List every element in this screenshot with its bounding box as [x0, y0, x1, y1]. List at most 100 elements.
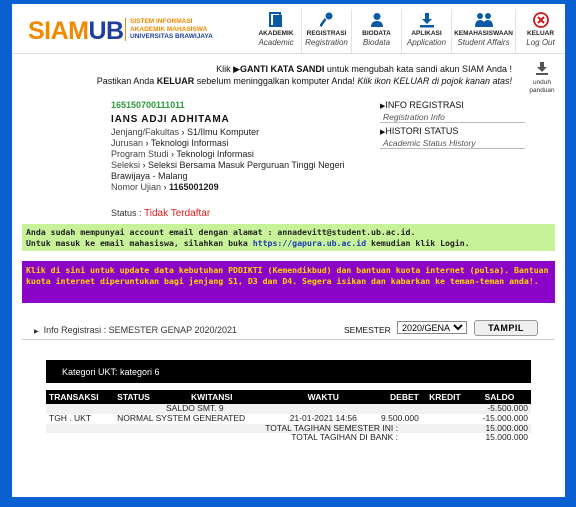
- page-frame: SIAMUB SISTEM INFORMASI AKADEMIK MAHASIS…: [12, 4, 565, 497]
- info-value: 1165001209: [169, 182, 219, 192]
- pddikti-banner[interactable]: Klik di sini untuk update data kebutuhan…: [22, 261, 555, 303]
- nav-label: KELUAR: [526, 30, 555, 37]
- cell-status: NORMAL SYSTEM GENERATED: [114, 413, 279, 424]
- nav-label: REGISTRASI: [306, 30, 347, 37]
- notice-text: sebelum meninggalkan komputer Anda!: [194, 76, 358, 86]
- status-label: Status :: [111, 208, 142, 218]
- cell-transaksi: TGH . UKT: [46, 413, 115, 424]
- notice-text: Klik: [216, 64, 234, 74]
- semester-select[interactable]: 2020/GENAP: [397, 321, 467, 334]
- nav-sublabel: Academic: [258, 38, 294, 47]
- total-semester-label: TOTAL TAGIHAN SEMESTER INI :: [46, 423, 468, 434]
- notice-text: Pastikan Anda: [96, 76, 157, 86]
- table-header-row: TRANSAKSI STATUS KWITANSI WAKTU DEBET KR…: [46, 390, 531, 404]
- side-item-sublabel: Registration Info: [380, 112, 525, 123]
- nav-label: BIODATA: [362, 30, 391, 37]
- document-icon: [251, 10, 301, 29]
- email-banner-text: kemudian klik Login.: [366, 238, 470, 248]
- nav-sublabel: Registration: [305, 38, 348, 47]
- info-label: Jenjang/Fakultas: [111, 127, 180, 137]
- email-banner: Anda sudah mempunyai account email denga…: [22, 224, 555, 251]
- key-icon: [302, 10, 351, 29]
- people-icon: [452, 10, 515, 29]
- column-header: KWITANSI: [188, 390, 279, 404]
- nav-akademik[interactable]: AKADEMIK Academic: [251, 9, 301, 53]
- download-guide-button[interactable]: unduh panduan: [525, 62, 559, 95]
- column-header: TRANSAKSI: [46, 390, 115, 404]
- notice-text: untuk mengubah kata sandi akun SIAM Anda…: [324, 64, 512, 74]
- nav-biodata[interactable]: BIODATA Biodata: [351, 9, 401, 53]
- info-value: Teknologi Informasi: [176, 149, 254, 159]
- semester-label: SEMESTER: [344, 325, 391, 335]
- info-label: Program Studi: [111, 149, 169, 159]
- side-item-info-registrasi[interactable]: ▶INFO REGISTRASI Registration Info: [380, 100, 525, 123]
- table-row: TOTAL TAGIHAN SEMESTER INI : 15.000.000: [46, 423, 531, 434]
- nav-registrasi[interactable]: REGISTRASI Registration: [301, 9, 351, 53]
- column-header: SALDO: [467, 390, 531, 404]
- info-registrasi-text: Info Registrasi : SEMESTER GENAP 2020/20…: [43, 325, 238, 335]
- nav-kemahasiswaan[interactable]: KEMAHASISWAAN Student Affairs: [451, 9, 515, 53]
- column-header: DEBET: [368, 390, 422, 404]
- logo-sub-line: SISTEM INFORMASI: [130, 18, 193, 25]
- nav-sublabel: Biodata: [362, 38, 391, 47]
- ukt-category-heading: Kategori UKT: kategori 6: [46, 360, 531, 383]
- info-label: Jurusan: [111, 138, 144, 148]
- student-info: Jenjang/Fakultas › S1/Ilmu Komputer Juru…: [111, 127, 345, 192]
- security-notice: Klik ▶GANTI KATA SANDI untuk mengubah ka…: [97, 63, 512, 87]
- info-label: Nomor Ujian: [111, 182, 162, 192]
- column-header: WAKTU: [278, 390, 369, 404]
- nav-label: APLIKASI: [411, 30, 442, 37]
- info-registrasi-label: ▶ Info Registrasi : SEMESTER GENAP 2020/…: [34, 325, 237, 335]
- semester-filter: ▶ Info Registrasi : SEMESTER GENAP 2020/…: [22, 320, 555, 340]
- user-icon: [352, 10, 401, 29]
- nav-label: KEMAHASISWAAN: [454, 30, 513, 37]
- status-badge: Tidak Terdaftar: [144, 208, 211, 219]
- top-nav: AKADEMIK Academic REGISTRASI Registratio…: [251, 9, 565, 53]
- side-item-histori-status[interactable]: ▶HISTORI STATUS Academic Status History: [380, 126, 525, 149]
- notice-italic: Klik ikon KELUAR di pojok kanan atas!: [357, 76, 512, 86]
- side-item-sublabel: Academic Status History: [380, 138, 525, 149]
- siamub-logo[interactable]: SIAMUB: [28, 18, 124, 44]
- tampil-button[interactable]: TAMPIL: [474, 320, 538, 336]
- close-icon: [516, 10, 565, 29]
- side-item-label: HISTORI STATUS: [385, 126, 459, 136]
- header-bar: SIAMUB SISTEM INFORMASI AKADEMIK MAHASIS…: [12, 4, 565, 54]
- download-guide-icon: [536, 62, 548, 75]
- nav-sublabel: Application: [406, 38, 447, 47]
- nav-keluar[interactable]: KELUAR Log Out: [515, 9, 565, 53]
- info-label: Seleksi: [111, 160, 141, 170]
- info-value: Teknologi Informasi: [150, 138, 229, 148]
- gapura-link[interactable]: https://gapura.ub.ac.id: [253, 238, 366, 248]
- change-password-link[interactable]: GANTI KATA SANDI: [240, 64, 324, 74]
- student-name: IANS ADJI ADHITAMA: [111, 114, 230, 125]
- logo-siam-text: SIAM: [28, 17, 89, 45]
- column-header: KREDIT: [421, 390, 468, 404]
- registration-status: Status : Tidak Terdaftar: [111, 208, 210, 219]
- nav-label: AKADEMIK: [258, 30, 294, 37]
- email-banner-text: Untuk masuk ke email mahasiswa, silahkan…: [26, 238, 253, 248]
- table-row: TOTAL TAGIHAN DI BANK : 15.000.000: [46, 433, 531, 444]
- nav-sublabel: Log Out: [526, 38, 555, 47]
- side-menu: ▶INFO REGISTRASI Registration Info ▶HIST…: [380, 100, 525, 152]
- logo-subtitle: SISTEM INFORMASI AKADEMIK MAHASISWA UNIV…: [125, 18, 213, 41]
- ukt-table: TRANSAKSI STATUS KWITANSI WAKTU DEBET KR…: [46, 390, 531, 444]
- notice-bold: KELUAR: [156, 76, 195, 86]
- total-bank-value: 15.000.000: [467, 433, 531, 444]
- download-guide-label: panduan: [529, 87, 555, 94]
- arrow-icon: ▶: [233, 64, 241, 74]
- side-item-label: INFO REGISTRASI: [385, 100, 464, 110]
- email-banner-text: Anda sudah mempunyai account email denga…: [26, 227, 416, 237]
- download-icon: [402, 10, 451, 29]
- nav-sublabel: Student Affairs: [457, 38, 510, 47]
- logo-ub-text: UB: [88, 17, 125, 45]
- nav-aplikasi[interactable]: APLIKASI Application: [401, 9, 451, 53]
- cell-kredit: [421, 413, 468, 424]
- logo-sub-line: AKADEMIK MAHASISWA: [130, 25, 208, 33]
- total-bank-label: TOTAL TAGIHAN DI BANK :: [46, 433, 468, 444]
- info-value: S1/Ilmu Komputer: [187, 127, 260, 137]
- student-nim: 165150700111011: [111, 100, 185, 110]
- triangle-right-icon: ▶: [34, 329, 39, 335]
- download-guide-label: unduh: [532, 79, 552, 86]
- info-value: Seleksi Bersama Masuk Perguruan Tinggi N…: [111, 160, 345, 181]
- column-header: STATUS: [114, 390, 189, 404]
